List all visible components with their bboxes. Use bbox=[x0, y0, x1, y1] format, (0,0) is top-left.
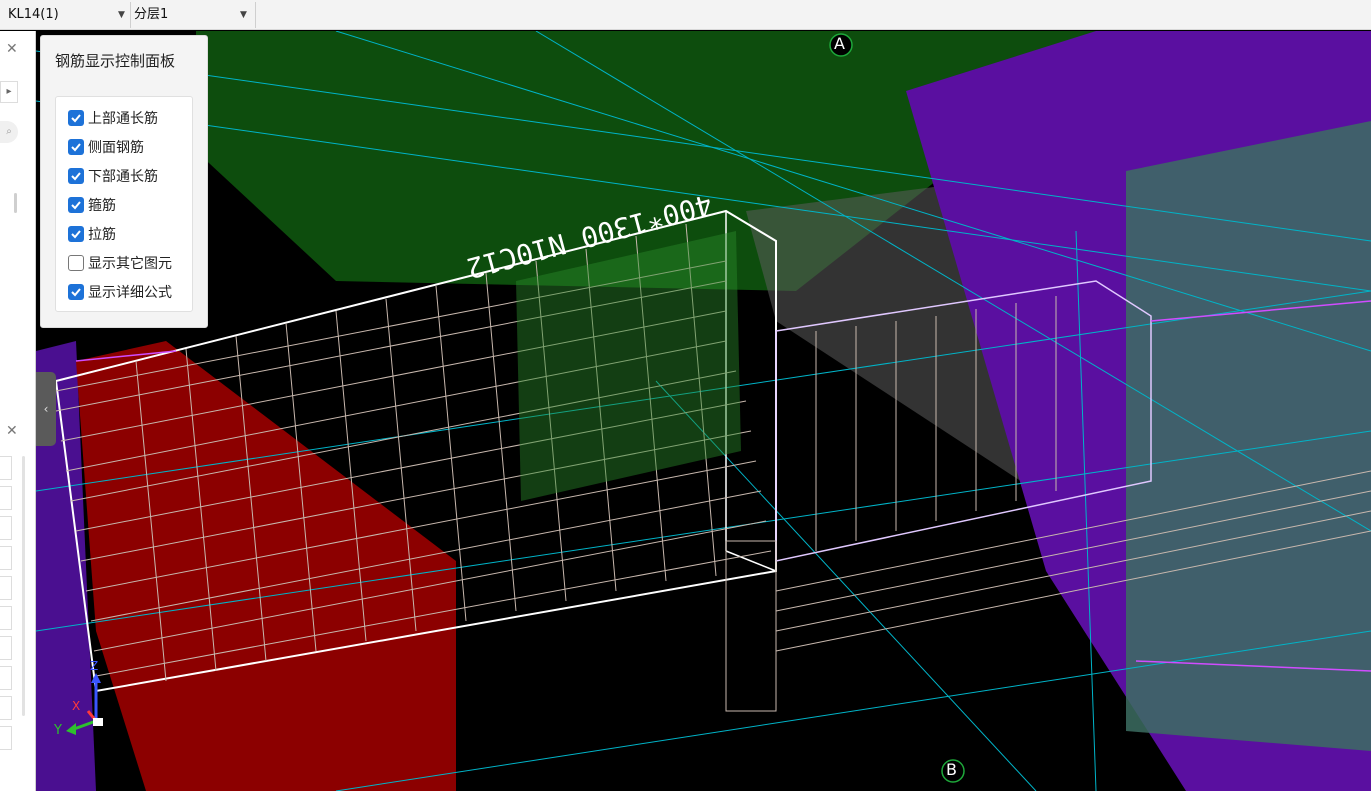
element-select[interactable]: KL14(1) ▼ bbox=[8, 3, 128, 27]
triad-y-label: Y bbox=[54, 723, 62, 738]
chevron-down-icon: ▼ bbox=[118, 10, 125, 20]
option-label: 箍筋 bbox=[88, 198, 116, 214]
close-icon[interactable]: ✕ bbox=[6, 423, 18, 439]
triad-x-label: X bbox=[72, 699, 81, 713]
triad-z-label: Z bbox=[90, 659, 99, 673]
checkbox[interactable] bbox=[68, 110, 84, 126]
option-label: 上部通长筋 bbox=[88, 111, 158, 127]
list-item[interactable] bbox=[0, 666, 12, 690]
option-show-detailed-formula[interactable]: 显示详细公式 bbox=[68, 282, 172, 302]
checkbox[interactable] bbox=[68, 197, 84, 213]
checkbox[interactable] bbox=[68, 139, 84, 155]
list-item[interactable] bbox=[0, 696, 12, 720]
check-icon bbox=[71, 172, 81, 181]
search-icon[interactable]: ⌕ bbox=[0, 121, 18, 143]
check-icon bbox=[71, 114, 81, 123]
checkbox[interactable] bbox=[68, 226, 84, 242]
list-item[interactable] bbox=[0, 726, 12, 750]
option-label: 显示其它图元 bbox=[88, 256, 172, 272]
check-icon bbox=[71, 230, 81, 239]
rebar-display-panel: 钢筋显示控制面板 上部通长筋 侧面钢筋 下部通长筋 箍筋 拉筋 显示其它图元 显… bbox=[40, 35, 208, 328]
option-label: 显示详细公式 bbox=[88, 285, 172, 301]
chevron-left-icon: ‹ bbox=[43, 402, 49, 416]
list-item[interactable] bbox=[0, 636, 12, 660]
scrollbar[interactable] bbox=[22, 456, 25, 716]
column-teal-face bbox=[1126, 121, 1371, 751]
option-label: 侧面钢筋 bbox=[88, 140, 144, 156]
checkbox[interactable] bbox=[68, 284, 84, 300]
layer-select[interactable]: 分层1 ▼ bbox=[134, 3, 252, 27]
expand-icon[interactable]: ▸ bbox=[0, 81, 18, 103]
toolbar-divider bbox=[130, 2, 131, 28]
axis-label-top: A bbox=[834, 34, 845, 53]
checkbox[interactable] bbox=[68, 168, 84, 184]
left-dock-panel: ✕ ▸ ⌕ ✕ bbox=[0, 31, 36, 791]
panel-title: 钢筋显示控制面板 bbox=[55, 52, 176, 70]
list-item[interactable] bbox=[0, 456, 12, 480]
layer-select-value: 分层1 bbox=[134, 7, 169, 22]
element-select-value: KL14(1) bbox=[8, 7, 59, 22]
list-item[interactable] bbox=[0, 546, 12, 570]
top-toolbar: KL14(1) ▼ 分层1 ▼ bbox=[0, 0, 1371, 30]
list-item[interactable] bbox=[0, 486, 12, 510]
list-item[interactable] bbox=[0, 576, 12, 600]
collapse-panel-button[interactable]: ‹ bbox=[36, 372, 56, 446]
check-icon bbox=[71, 201, 81, 210]
check-icon bbox=[71, 288, 81, 297]
checkbox[interactable] bbox=[68, 255, 84, 271]
list-item[interactable] bbox=[0, 516, 12, 540]
check-icon bbox=[71, 143, 81, 152]
close-icon[interactable]: ✕ bbox=[6, 41, 18, 57]
option-stirrup[interactable]: 箍筋 bbox=[68, 195, 116, 215]
rebar-3d-scene: 400*1300 N10C12 bbox=[36, 31, 1371, 791]
option-tie-bar[interactable]: 拉筋 bbox=[68, 224, 116, 244]
option-bottom-through-bar[interactable]: 下部通长筋 bbox=[68, 166, 158, 186]
chevron-down-icon: ▼ bbox=[240, 10, 247, 20]
wall-red bbox=[76, 341, 456, 791]
option-label: 下部通长筋 bbox=[88, 169, 158, 185]
option-show-other-elements[interactable]: 显示其它图元 bbox=[68, 253, 172, 273]
3d-viewport[interactable]: 400*1300 N10C12 A B Z X Y bbox=[36, 31, 1371, 791]
option-label: 拉筋 bbox=[88, 227, 116, 243]
option-side-bar[interactable]: 侧面钢筋 bbox=[68, 137, 144, 157]
axis-label-bottom: B bbox=[946, 760, 957, 779]
toolbar-divider bbox=[255, 2, 256, 28]
list-item[interactable] bbox=[0, 606, 12, 630]
scrollbar[interactable] bbox=[14, 193, 17, 213]
option-top-through-bar[interactable]: 上部通长筋 bbox=[68, 108, 158, 128]
checkbox-group: 上部通长筋 侧面钢筋 下部通长筋 箍筋 拉筋 显示其它图元 显示详细公式 bbox=[55, 96, 193, 312]
